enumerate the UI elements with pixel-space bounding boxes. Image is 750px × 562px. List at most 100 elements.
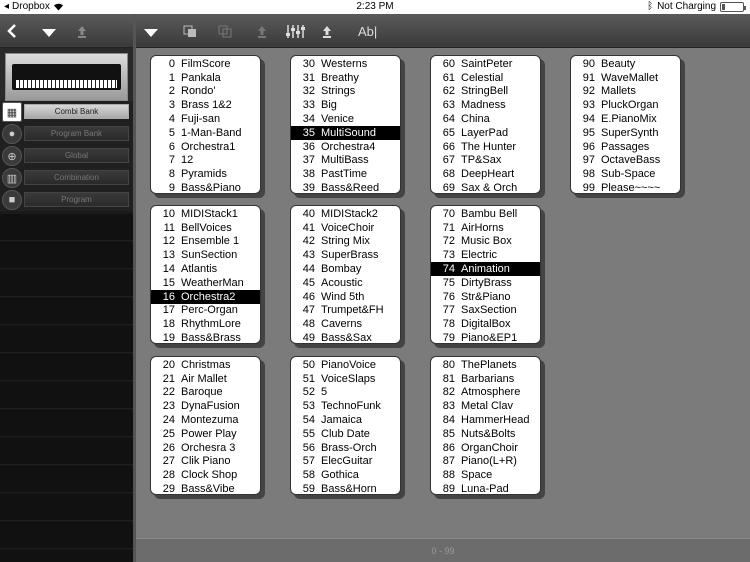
list-item[interactable]: 89 Luna-Pad [431, 482, 540, 496]
list-item[interactable]: 0 FilmScore [151, 57, 260, 71]
list-item[interactable]: 11 BellVoices [151, 221, 260, 235]
list-item[interactable]: 78 DigitalBox [431, 317, 540, 331]
list-item[interactable]: 68 DeepHeart [431, 167, 540, 181]
list-item[interactable]: 88 Space [431, 468, 540, 482]
list-item[interactable]: 83 Metal Clav [431, 399, 540, 413]
list-item[interactable]: 70 Bambu Bell [431, 207, 540, 221]
list-item[interactable]: 23 DynaFusion [151, 399, 260, 413]
put-icon[interactable] [256, 25, 268, 39]
list-item[interactable]: 2 Rondo' [151, 85, 260, 99]
list-item[interactable]: 44 Bombay [291, 262, 400, 276]
list-item[interactable]: 52 5 [291, 386, 400, 400]
put-icon[interactable] [76, 25, 88, 39]
list-item[interactable]: 1 Pankala [151, 71, 260, 85]
list-item[interactable]: 69 Sax & Orch [431, 181, 540, 195]
list-item[interactable]: 22 Baroque [151, 386, 260, 400]
list-item[interactable]: 96 Passages [571, 140, 680, 154]
list-item[interactable]: 48 Caverns [291, 317, 400, 331]
list-item[interactable]: 91 WaveMallet [571, 71, 680, 85]
list-item[interactable]: 10 MIDIStack1 [151, 207, 260, 221]
list-item[interactable]: 28 Clock Shop [151, 468, 260, 482]
list-item[interactable]: 66 The Hunter [431, 140, 540, 154]
list-item[interactable]: 86 OrganChoir [431, 441, 540, 455]
list-item[interactable]: 12 Ensemble 1 [151, 235, 260, 249]
list-item[interactable]: 77 SaxSection [431, 304, 540, 318]
list-item[interactable]: 94 E.PianoMix [571, 112, 680, 126]
list-item[interactable]: 73 Electric [431, 248, 540, 262]
list-item[interactable]: 95 SuperSynth [571, 126, 680, 140]
text-edit-button[interactable]: Ab| [358, 25, 377, 38]
list-item[interactable]: 46 Wind 5th [291, 290, 400, 304]
list-item[interactable]: 3 Brass 1&2 [151, 98, 260, 112]
list-item[interactable]: 31 Breathy [291, 71, 400, 85]
list-item[interactable]: 80 ThePlanets [431, 358, 540, 372]
list-item[interactable]: 47 Trumpet&FH [291, 304, 400, 318]
list-item[interactable]: 51 VoiceSlaps [291, 372, 400, 386]
list-item[interactable]: 40 MIDIStack2 [291, 207, 400, 221]
paste-icon[interactable] [218, 25, 232, 38]
selected-list-item[interactable]: 74 Animation [431, 262, 540, 276]
list-item[interactable]: 62 StringBell [431, 85, 540, 99]
list-item[interactable]: 33 Big [291, 98, 400, 112]
list-item[interactable]: 58 Gothica [291, 468, 400, 482]
sidebar-item-combination[interactable]: ▥ Combination [0, 167, 133, 189]
list-item[interactable]: 55 Club Date [291, 427, 400, 441]
list-item[interactable]: 85 Nuts&Bolts [431, 427, 540, 441]
sidebar-item-program-bank[interactable]: ● Program Bank [0, 123, 133, 145]
list-item[interactable]: 81 Barbarians [431, 372, 540, 386]
list-item[interactable]: 9 Bass&Piano [151, 181, 260, 195]
list-item[interactable]: 99 Please~~~~ [571, 181, 680, 195]
list-item[interactable]: 71 AirHorns [431, 221, 540, 235]
list-item[interactable]: 92 Mallets [571, 85, 680, 99]
list-item[interactable]: 72 Music Box [431, 235, 540, 249]
list-item[interactable]: 49 Bass&Sax [291, 331, 400, 345]
list-item[interactable]: 39 Bass&Reed [291, 181, 400, 195]
selected-list-item[interactable]: 16 Orchestra2 [151, 289, 260, 304]
list-item[interactable]: 79 Piano&EP1 [431, 331, 540, 345]
sidebar-item-combi-bank[interactable]: ▦ Combi Bank [0, 101, 133, 123]
list-item[interactable]: 67 TP&Sax [431, 154, 540, 168]
list-item[interactable]: 63 Madness [431, 98, 540, 112]
list-item[interactable]: 14 Atlantis [151, 262, 260, 276]
list-item[interactable]: 18 RhythmLore [151, 317, 260, 331]
list-item[interactable]: 26 Orchesra 3 [151, 441, 260, 455]
copy-icon[interactable] [183, 25, 197, 38]
sidebar-item-global[interactable]: ⊕ Global [0, 145, 133, 167]
list-item[interactable]: 38 PastTime [291, 167, 400, 181]
list-item[interactable]: 6 Orchestra1 [151, 140, 260, 154]
list-item[interactable]: 76 Str&Piano [431, 290, 540, 304]
mixer-icon[interactable] [285, 24, 305, 39]
list-item[interactable]: 37 MultiBass [291, 154, 400, 168]
list-item[interactable]: 64 China [431, 112, 540, 126]
dropdown-icon[interactable] [144, 29, 158, 37]
list-item[interactable]: 57 ElecGuitar [291, 455, 400, 469]
list-item[interactable]: 82 Atmosphere [431, 386, 540, 400]
list-item[interactable]: 87 Piano(L+R) [431, 455, 540, 469]
list-item[interactable]: 97 OctaveBass [571, 154, 680, 168]
list-item[interactable]: 29 Bass&Vibe [151, 482, 260, 496]
list-item[interactable]: 43 SuperBrass [291, 248, 400, 262]
selected-list-item[interactable]: 35 MultiSound [291, 125, 400, 140]
list-item[interactable]: 27 Clik Piano [151, 455, 260, 469]
list-item[interactable]: 36 Orchestra4 [291, 140, 400, 154]
list-item[interactable]: 60 SaintPeter [431, 57, 540, 71]
list-item[interactable]: 7 12 [151, 154, 260, 168]
list-item[interactable]: 34 Venice [291, 112, 400, 126]
sidebar-item-program[interactable]: ■ Program [0, 189, 133, 211]
list-item[interactable]: 61 Celestial [431, 71, 540, 85]
list-item[interactable]: 20 Christmas [151, 358, 260, 372]
list-item[interactable]: 30 Westerns [291, 57, 400, 71]
list-item[interactable]: 25 Power Play [151, 427, 260, 441]
list-item[interactable]: 54 Jamaica [291, 413, 400, 427]
list-item[interactable]: 42 String Mix [291, 235, 400, 249]
list-item[interactable]: 93 PluckOrgan [571, 98, 680, 112]
list-item[interactable]: 4 Fuji-san [151, 112, 260, 126]
list-item[interactable]: 8 Pyramids [151, 167, 260, 181]
list-item[interactable]: 41 VoiceChoir [291, 221, 400, 235]
list-item[interactable]: 21 Air Mallet [151, 372, 260, 386]
list-item[interactable]: 15 WeatherMan [151, 276, 260, 290]
list-item[interactable]: 50 PianoVoice [291, 358, 400, 372]
list-item[interactable]: 53 TechnoFunk [291, 399, 400, 413]
back-arrow-icon[interactable] [7, 24, 17, 38]
list-item[interactable]: 24 Montezuma [151, 413, 260, 427]
